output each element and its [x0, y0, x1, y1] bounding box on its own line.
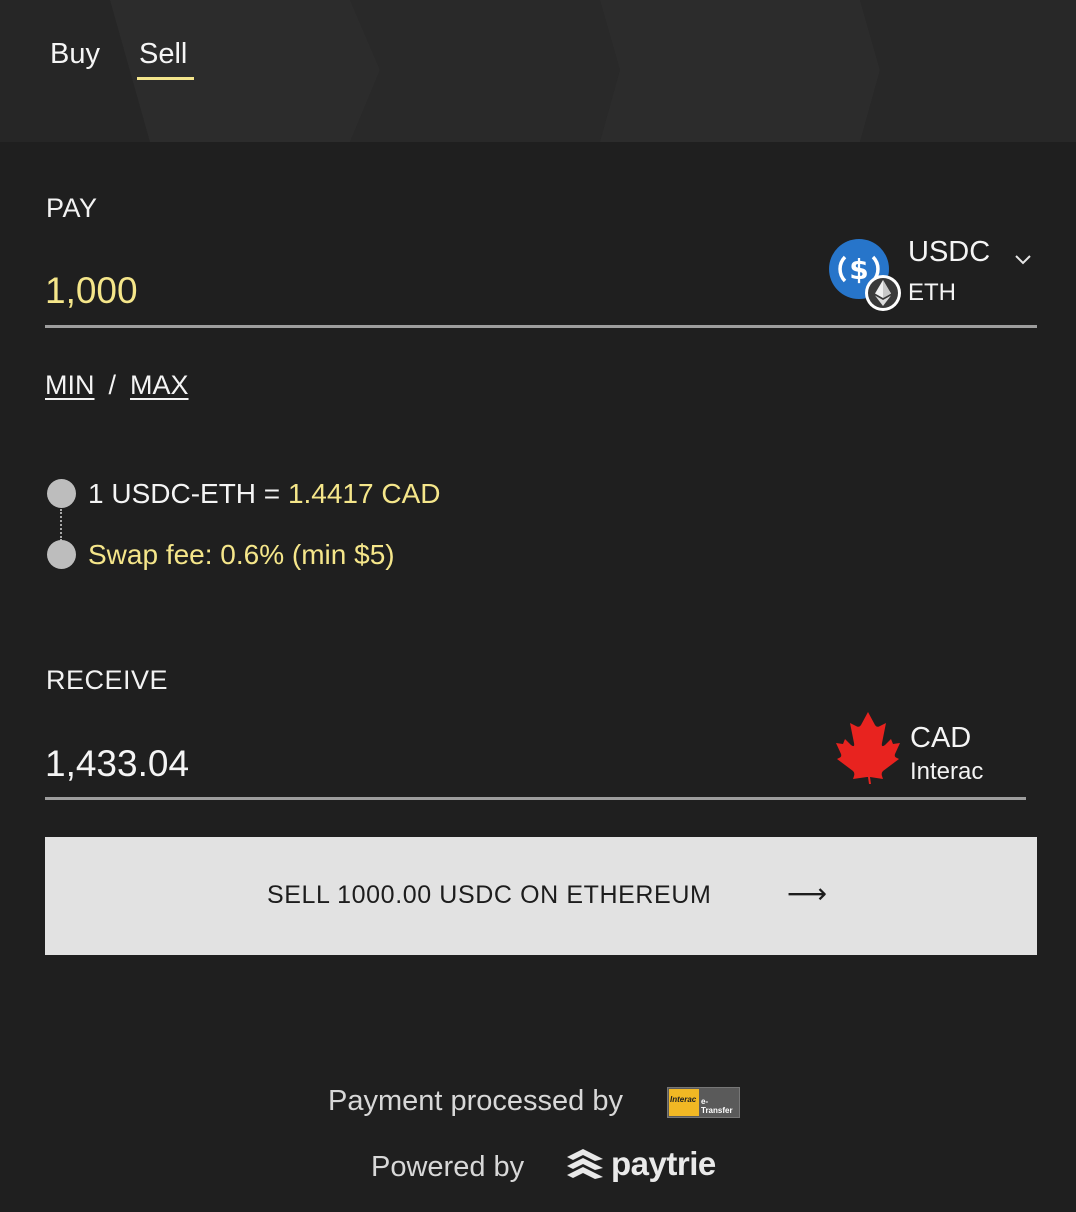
active-tab-indicator [137, 77, 194, 80]
header: Buy Sell [0, 0, 1076, 142]
tab-sell[interactable]: Sell [139, 38, 187, 71]
max-button[interactable]: MAX [130, 370, 189, 400]
powered-by-text: Powered by [371, 1151, 525, 1183]
min-button[interactable]: MIN [45, 370, 95, 400]
min-max-controls: MIN / MAX [45, 370, 189, 401]
paytrie-logo-icon [565, 1147, 605, 1188]
exchange-rate: 1 USDC-ETH = 1.4417 CAD [88, 478, 440, 510]
pay-label: PAY [46, 193, 98, 223]
maple-leaf-icon [834, 710, 902, 789]
interac-logo-text: Interac [670, 1095, 697, 1104]
pay-field-underline [45, 325, 1037, 328]
interac-logo-mark: Interac [669, 1089, 699, 1116]
connector-line [60, 509, 62, 541]
sell-button[interactable]: SELL 1000.00 USDC ON ETHEREUM ⟶ [45, 837, 1037, 955]
arrow-right-icon: ⟶ [787, 878, 828, 909]
tab-buy[interactable]: Buy [50, 38, 100, 71]
payment-processed-text: Payment processed by [328, 1085, 623, 1117]
receive-asset-symbol[interactable]: CAD [910, 722, 971, 755]
interac-etransfer-logo: Interac e-Transfer [667, 1087, 740, 1118]
sell-button-label: SELL 1000.00 USDC ON ETHEREUM [267, 881, 712, 909]
chevron-down-icon[interactable] [1013, 252, 1033, 271]
ethereum-icon [864, 274, 902, 317]
receive-field-underline [45, 797, 1026, 800]
receive-method: Interac [910, 758, 984, 785]
pay-asset-network: ETH [908, 279, 956, 306]
exchange-rate-prefix: 1 USDC-ETH = [88, 478, 288, 509]
min-max-separator: / [108, 370, 117, 400]
pay-asset-symbol[interactable]: USDC [908, 236, 990, 269]
header-background [0, 0, 1076, 142]
paytrie-brand: paytrie [611, 1145, 716, 1182]
exchange-rate-value: 1.4417 CAD [287, 478, 441, 509]
etransfer-label: e-Transfer [701, 1097, 733, 1115]
swap-fee: Swap fee: 0.6% (min $5) [88, 539, 395, 570]
fee-bullet [47, 540, 76, 569]
receive-label: RECEIVE [46, 665, 169, 695]
receive-amount: 1,433.04 [45, 743, 190, 784]
pay-amount-input[interactable]: 1,000 [45, 270, 138, 312]
rate-bullet [47, 479, 76, 508]
